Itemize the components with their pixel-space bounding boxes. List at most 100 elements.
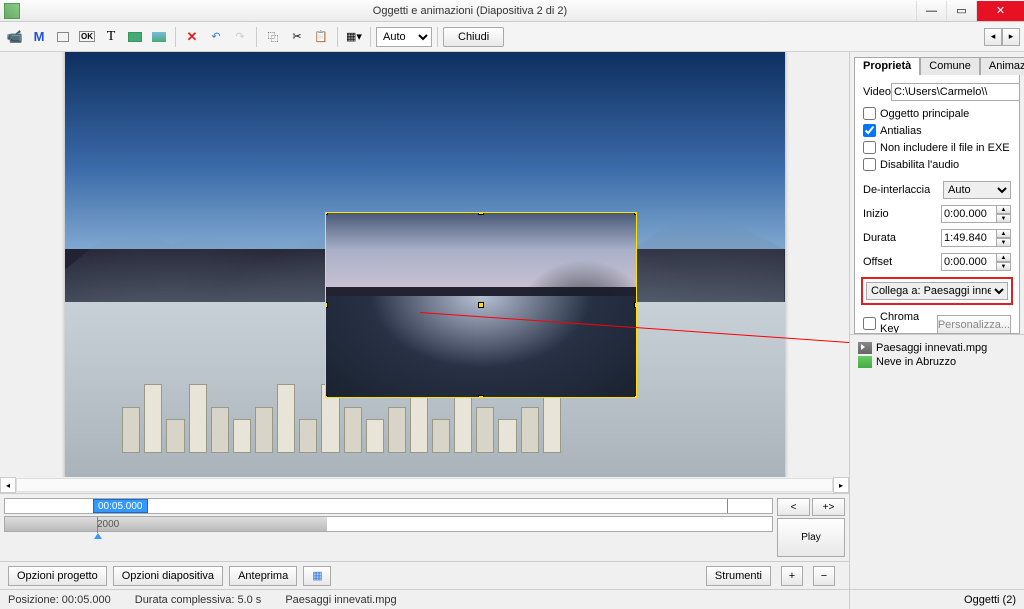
object-count: Oggetti (2) bbox=[964, 594, 1016, 606]
delete-icon[interactable]: ✕ bbox=[181, 26, 203, 48]
separator bbox=[256, 27, 257, 47]
timeline-prev-button[interactable]: < bbox=[777, 498, 810, 516]
object-list[interactable]: Paesaggi innevati.mpg Neve in Abruzzo bbox=[850, 334, 1024, 589]
playhead-icon[interactable] bbox=[94, 533, 102, 539]
close-button[interactable]: ✕ bbox=[976, 1, 1024, 21]
copy-icon[interactable]: ⿻ bbox=[262, 26, 284, 48]
status-position: Posizione: 00:05.000 bbox=[8, 594, 111, 606]
minimize-button[interactable]: — bbox=[916, 1, 946, 21]
offset-label: Offset bbox=[863, 256, 941, 268]
slide-canvas[interactable] bbox=[65, 52, 785, 477]
zoom-select[interactable]: Auto bbox=[376, 27, 432, 47]
keyframe-track[interactable]: 00:05.000 bbox=[4, 498, 773, 514]
redo-icon[interactable]: ↷ bbox=[229, 26, 251, 48]
window-title: Oggetti e animazioni (Diapositiva 2 di 2… bbox=[24, 5, 916, 17]
maximize-button[interactable]: ▭ bbox=[946, 1, 976, 21]
duration-track[interactable]: 2000 bbox=[4, 516, 773, 532]
status-duration: Durata complessiva: 5.0 s bbox=[135, 594, 262, 606]
remove-button[interactable]: − bbox=[813, 566, 835, 586]
image-tool-icon[interactable] bbox=[148, 26, 170, 48]
bottom-toolbar: Opzioni progetto Opzioni diapositiva Ant… bbox=[0, 561, 849, 589]
duration-label: 2000 bbox=[97, 519, 119, 530]
fullscreen-preview-button[interactable]: ▦ bbox=[303, 566, 331, 586]
resize-handle[interactable] bbox=[325, 395, 328, 398]
end-marker bbox=[727, 499, 728, 513]
duration-bar[interactable] bbox=[5, 517, 327, 531]
spin-down-icon[interactable]: ▼ bbox=[997, 238, 1011, 247]
disable-audio-checkbox[interactable]: Disabilita l'audio bbox=[863, 158, 1011, 171]
preview-button[interactable]: Anteprima bbox=[229, 566, 297, 586]
start-input[interactable] bbox=[941, 205, 997, 223]
link-to-select[interactable]: Collega a: Paesaggi innevati.... bbox=[866, 282, 1008, 300]
spin-down-icon[interactable]: ▼ bbox=[997, 214, 1011, 223]
resize-handle[interactable] bbox=[325, 212, 328, 215]
timeline-panel: 00:05.000 2000 < +> Play bbox=[0, 493, 849, 561]
resize-handle[interactable] bbox=[478, 212, 484, 215]
video-label: Video bbox=[863, 86, 891, 98]
deinterlace-label: De-interlaccia bbox=[863, 184, 943, 196]
spin-up-icon[interactable]: ▲ bbox=[997, 229, 1011, 238]
spin-up-icon[interactable]: ▲ bbox=[997, 205, 1011, 214]
tab-properties[interactable]: Proprietà bbox=[854, 57, 920, 75]
object-list-item[interactable]: Neve in Abruzzo bbox=[856, 355, 1018, 369]
status-filename: Paesaggi innevati.mpg bbox=[285, 594, 396, 606]
next-slide-button[interactable]: ▸ bbox=[1002, 28, 1020, 46]
resize-handle[interactable] bbox=[325, 302, 328, 308]
object-name: Neve in Abruzzo bbox=[876, 356, 956, 368]
button-tool-icon[interactable]: OK bbox=[76, 26, 98, 48]
start-label: Inizio bbox=[863, 208, 941, 220]
play-button[interactable]: Play bbox=[777, 518, 845, 557]
customize-button[interactable]: Personalizza... bbox=[937, 315, 1011, 334]
resize-handle[interactable] bbox=[478, 395, 484, 398]
chroma-key-checkbox[interactable]: Chroma Key bbox=[863, 311, 937, 334]
text-tool-icon[interactable]: T bbox=[100, 26, 122, 48]
undo-icon[interactable]: ↶ bbox=[205, 26, 227, 48]
canvas-area[interactable] bbox=[0, 52, 849, 477]
slide-options-button[interactable]: Opzioni diapositiva bbox=[113, 566, 223, 586]
scroll-right-icon[interactable]: ▸ bbox=[833, 477, 849, 493]
mask-tool-icon[interactable]: M bbox=[28, 26, 50, 48]
resize-handle[interactable] bbox=[634, 395, 637, 398]
status-bar: Posizione: 00:05.000 Durata complessiva:… bbox=[0, 589, 849, 609]
frame-tool-icon[interactable] bbox=[52, 26, 74, 48]
duration-input[interactable] bbox=[941, 229, 997, 247]
keyframe-marker[interactable]: 00:05.000 bbox=[93, 499, 148, 513]
timeline-next-button[interactable]: +> bbox=[812, 498, 845, 516]
object-list-item[interactable]: Paesaggi innevati.mpg bbox=[856, 341, 1018, 355]
grid-icon[interactable]: ▦▾ bbox=[343, 26, 365, 48]
exclude-exe-checkbox[interactable]: Non includere il file in EXE bbox=[863, 141, 1011, 154]
tab-animation[interactable]: Animazione bbox=[980, 57, 1024, 75]
separator bbox=[175, 27, 176, 47]
add-button[interactable]: + bbox=[781, 566, 803, 586]
prev-slide-button[interactable]: ◂ bbox=[984, 28, 1002, 46]
main-object-checkbox[interactable]: Oggetto principale bbox=[863, 107, 1011, 120]
center-handle[interactable] bbox=[478, 302, 484, 308]
deinterlace-select[interactable]: Auto bbox=[943, 181, 1011, 199]
selected-video-object[interactable] bbox=[325, 212, 637, 398]
properties-panel: Proprietà Comune Animazione Video Oggett… bbox=[849, 52, 1024, 609]
horizontal-scrollbar[interactable]: ◂ ▸ bbox=[0, 477, 849, 493]
cut-icon[interactable]: ✂ bbox=[286, 26, 308, 48]
antialias-checkbox[interactable]: Antialias bbox=[863, 124, 1011, 137]
project-options-button[interactable]: Opzioni progetto bbox=[8, 566, 107, 586]
spin-up-icon[interactable]: ▲ bbox=[997, 253, 1011, 262]
right-status-bar: Oggetti (2) bbox=[850, 589, 1024, 609]
offset-input[interactable] bbox=[941, 253, 997, 271]
resize-handle[interactable] bbox=[634, 302, 637, 308]
tab-common[interactable]: Comune bbox=[920, 57, 980, 75]
spin-down-icon[interactable]: ▼ bbox=[997, 262, 1011, 271]
toolbar: 📹 M OK T ✕ ↶ ↷ ⿻ ✂ 📋 ▦▾ Auto Chiudi ◂ ▸ bbox=[0, 22, 1024, 52]
app-icon bbox=[4, 3, 20, 19]
scroll-track[interactable] bbox=[16, 478, 833, 492]
resize-handle[interactable] bbox=[634, 212, 637, 215]
link-highlight-box: Collega a: Paesaggi innevati.... bbox=[861, 277, 1013, 305]
scroll-left-icon[interactable]: ◂ bbox=[0, 477, 16, 493]
rectangle-tool-icon[interactable] bbox=[124, 26, 146, 48]
image-icon bbox=[858, 356, 872, 368]
paste-icon[interactable]: 📋 bbox=[310, 26, 332, 48]
video-path-input[interactable] bbox=[891, 83, 1020, 101]
property-tabs: Proprietà Comune Animazione bbox=[850, 52, 1024, 74]
tools-button[interactable]: Strumenti bbox=[706, 566, 771, 586]
close-panel-button[interactable]: Chiudi bbox=[443, 27, 504, 47]
video-tool-icon[interactable]: 📹 bbox=[4, 26, 26, 48]
